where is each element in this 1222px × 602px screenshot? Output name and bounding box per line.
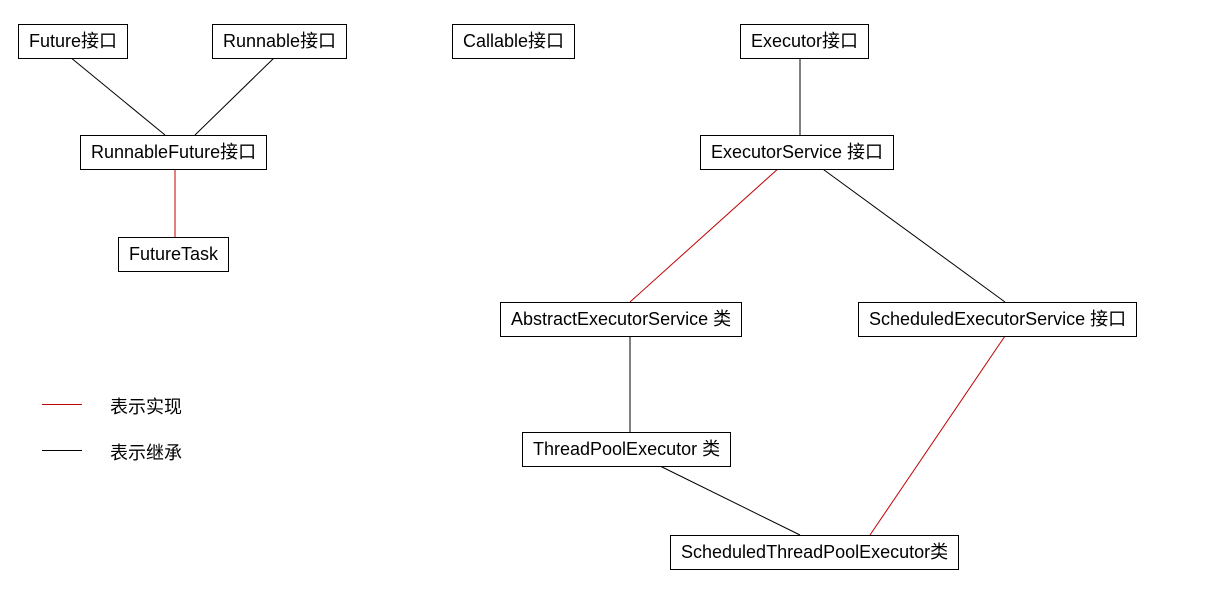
node-executor: Executor接口 <box>740 24 869 59</box>
node-runnablefuture: RunnableFuture接口 <box>80 135 267 170</box>
legend-line-implements <box>42 404 82 405</box>
edge-threadpoolexecutor-scheduledthreadpoolexecutor <box>660 466 800 535</box>
edge-executorservice-scheduledexecutorservice <box>820 167 1005 302</box>
node-runnable: Runnable接口 <box>212 24 347 59</box>
edge-executorservice-abstractexecutorservice <box>630 167 780 302</box>
legend-label-extends: 表示继承 <box>110 439 182 465</box>
node-callable: Callable接口 <box>452 24 575 59</box>
edge-runnable-runnablefuture <box>195 57 275 135</box>
edge-future-runnablefuture <box>70 57 165 135</box>
legend-label-implements: 表示实现 <box>110 393 182 419</box>
node-future: Future接口 <box>18 24 128 59</box>
legend-line-extends <box>42 450 82 451</box>
node-scheduledthreadpoolexecutor: ScheduledThreadPoolExecutor类 <box>670 535 959 570</box>
edge-scheduledexecutorservice-scheduledthreadpoolexecutor <box>870 336 1005 535</box>
node-futuretask: FutureTask <box>118 237 229 272</box>
node-threadpoolexecutor: ThreadPoolExecutor 类 <box>522 432 731 467</box>
node-abstractexecutorservice: AbstractExecutorService 类 <box>500 302 742 337</box>
node-executorservice: ExecutorService 接口 <box>700 135 894 170</box>
node-scheduledexecutorservice: ScheduledExecutorService 接口 <box>858 302 1137 337</box>
diagram-edges <box>0 0 1222 602</box>
